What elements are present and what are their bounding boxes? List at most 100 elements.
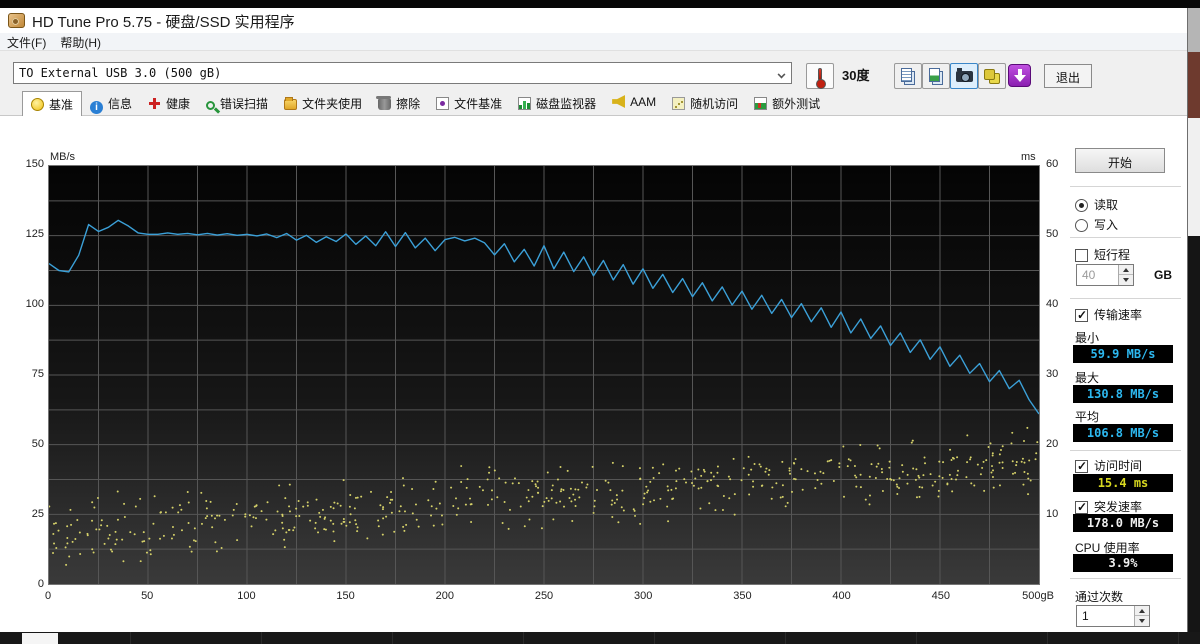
background-segment: [1188, 118, 1200, 236]
radio-off-icon: [1075, 219, 1088, 232]
divider: [1070, 186, 1181, 187]
spin-up-icon[interactable]: [1135, 606, 1149, 616]
background-segment: [1188, 236, 1200, 632]
burst-rate-checkbox[interactable]: 突发速率: [1075, 498, 1142, 515]
axis-tick-label: 30: [1046, 368, 1058, 380]
axis-tick-label: 150: [26, 158, 44, 170]
max-value-display: 130.8 MB/s: [1073, 385, 1173, 403]
desktop: HD Tune Pro 5.75 - 硬盘/SSD 实用程序 文件(F)帮助(H…: [0, 0, 1200, 644]
passes-spinner[interactable]: 1: [1076, 605, 1150, 627]
info-icon: [90, 101, 103, 114]
spin-up-icon[interactable]: [1119, 265, 1133, 275]
axis-tick-label: 300: [634, 590, 652, 602]
spin-down-icon[interactable]: [1135, 616, 1149, 626]
toolbar: TO External USB 3.0 (500 gB) 30度 退: [0, 50, 1187, 91]
error-scan-icon: [206, 101, 215, 110]
axis-tick-label: 50: [141, 590, 153, 602]
tab-擦除[interactable]: 擦除: [370, 91, 428, 115]
axis-tick-label: 200: [436, 590, 454, 602]
folder-usage-icon: [284, 99, 297, 110]
passes-label: 通过次数: [1075, 588, 1123, 605]
tab-基准[interactable]: 基准: [22, 91, 82, 117]
tab-磁盘监视器[interactable]: 磁盘监视器: [510, 91, 604, 115]
title-bar: HD Tune Pro 5.75 - 硬盘/SSD 实用程序: [0, 8, 1187, 33]
save-button[interactable]: [978, 63, 1006, 89]
disk-monitor-icon: [518, 97, 531, 110]
short-stroke-label: 短行程: [1094, 248, 1130, 262]
benchmark-icon: [31, 98, 44, 111]
tab-信息[interactable]: 信息: [82, 91, 140, 115]
write-radio[interactable]: 写入: [1075, 216, 1118, 233]
divider: [1070, 450, 1181, 451]
copy-text-icon: [901, 68, 912, 82]
divider: [1070, 298, 1181, 299]
axis-tick-label: 0: [38, 578, 44, 590]
axis-tick-label: 25: [32, 508, 44, 520]
spinner-buttons[interactable]: [1118, 265, 1133, 285]
tab-AAM[interactable]: AAM: [604, 91, 664, 115]
axis-tick-label: 0: [45, 590, 51, 602]
menu-bar: 文件(F)帮助(H): [0, 33, 1187, 50]
hdtune-window: HD Tune Pro 5.75 - 硬盘/SSD 实用程序 文件(F)帮助(H…: [0, 8, 1188, 632]
short-stroke-checkbox[interactable]: 短行程: [1075, 246, 1130, 263]
save-icon: [984, 69, 995, 80]
health-icon: [148, 97, 161, 110]
temperature-value: 30度: [842, 65, 869, 84]
screenshot-button[interactable]: [950, 63, 978, 89]
background-segment: [1188, 52, 1200, 118]
avg-value-display: 106.8 MB/s: [1073, 424, 1173, 442]
exit-button[interactable]: 退出: [1044, 64, 1092, 88]
tab-label: 基准: [49, 98, 73, 112]
drive-select[interactable]: TO External USB 3.0 (500 gB): [13, 62, 792, 84]
tab-额外测试[interactable]: 额外测试: [746, 91, 828, 115]
divider: [1070, 578, 1181, 579]
download-icon: [1008, 64, 1031, 87]
start-button[interactable]: 开始: [1075, 148, 1165, 173]
tab-bar: 基准信息 健康 错误扫描文件夹使用擦除文件基准磁盘监视器AAM随机访问额外测试: [0, 91, 1187, 116]
read-radio[interactable]: 读取: [1075, 196, 1118, 213]
benchmark-content: MB/s ms 1501251007550250 605040302010 05…: [0, 116, 1187, 640]
aam-speaker-icon: [612, 95, 625, 108]
spinner-buttons[interactable]: [1134, 606, 1149, 626]
tab-健康[interactable]: 健康: [140, 91, 198, 115]
tab-文件基准[interactable]: 文件基准: [428, 91, 510, 115]
axis-tick-label: 40: [1046, 298, 1058, 310]
control-panel: 开始 读取 写入 短行程 40 GB 传: [1066, 116, 1187, 640]
extra-tests-icon: [754, 97, 767, 110]
cpu-usage-display: 3.9%: [1073, 554, 1173, 572]
access-time-label: 访问时间: [1094, 459, 1142, 473]
short-stroke-size-spinner[interactable]: 40: [1076, 264, 1134, 286]
max-label: 最大: [1075, 369, 1099, 386]
thermometer-icon: [818, 68, 822, 81]
write-radio-label: 写入: [1094, 218, 1118, 232]
file-benchmark-icon: [436, 97, 449, 110]
axis-tick-label: 50: [1046, 228, 1058, 240]
temperature-button[interactable]: [806, 63, 834, 89]
axis-tick-label: 150: [336, 590, 354, 602]
copy-text-button[interactable]: [894, 63, 922, 89]
random-access-icon: [672, 97, 685, 110]
burst-rate-label: 突发速率: [1094, 500, 1142, 514]
transfer-rate-checkbox[interactable]: 传输速率: [1075, 306, 1142, 323]
benchmark-plot-area: [48, 165, 1040, 585]
checkbox-off-icon: [1075, 249, 1088, 262]
spin-down-icon[interactable]: [1119, 275, 1133, 285]
window-title: HD Tune Pro 5.75 - 硬盘/SSD 实用程序: [32, 11, 295, 32]
tab-label: 错误扫描: [220, 97, 268, 111]
download-button[interactable]: [1006, 63, 1034, 89]
burst-rate-display: 178.0 MB/s: [1073, 514, 1173, 532]
copy-image-icon: [929, 68, 940, 82]
taskbar-item[interactable]: [22, 633, 58, 644]
tab-随机访问[interactable]: 随机访问: [664, 91, 746, 115]
access-time-checkbox[interactable]: 访问时间: [1075, 457, 1142, 474]
tab-文件夹使用[interactable]: 文件夹使用: [276, 91, 370, 115]
axis-tick-label: 60: [1046, 158, 1058, 170]
tab-错误扫描[interactable]: 错误扫描: [198, 91, 276, 115]
short-stroke-size-value: 40: [1082, 268, 1095, 282]
tab-label: 健康: [166, 97, 190, 111]
axis-tick-label: 100: [237, 590, 255, 602]
drive-select-value: TO External USB 3.0 (500 gB): [19, 66, 221, 80]
taskbar[interactable]: [0, 632, 1200, 644]
background-right-strip: [1188, 8, 1200, 632]
copy-image-button[interactable]: [922, 63, 950, 89]
